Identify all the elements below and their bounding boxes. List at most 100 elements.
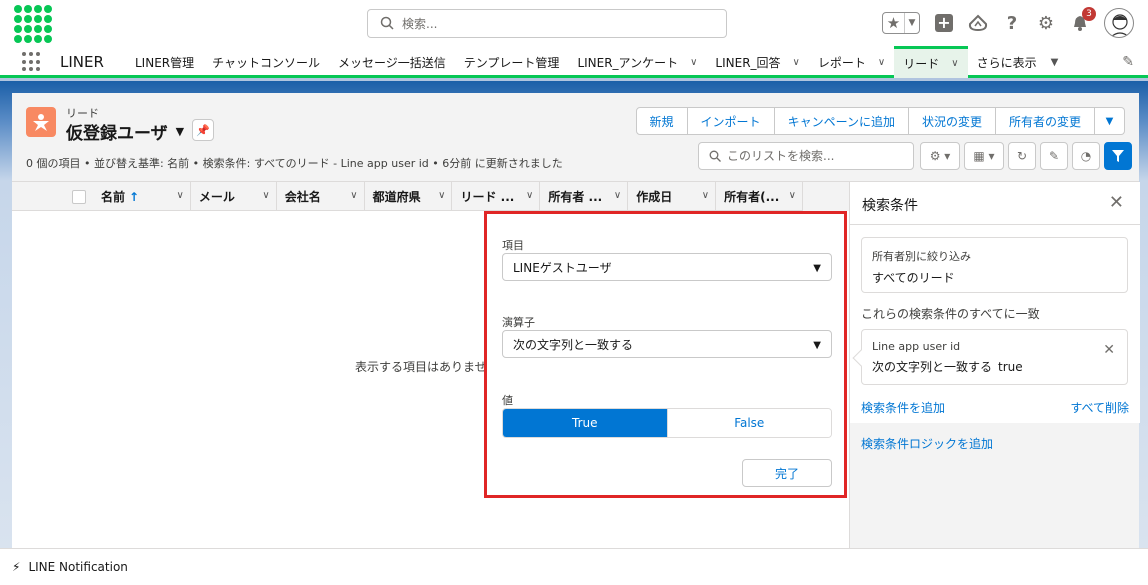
true-option-button[interactable]: True — [503, 409, 667, 437]
done-button[interactable]: 完了 — [742, 459, 832, 487]
false-option-button[interactable]: False — [666, 409, 831, 437]
new-button[interactable]: 新規 — [635, 107, 688, 135]
nav-item-template-admin[interactable]: テンプレート管理 — [455, 46, 569, 78]
nav-item-liner-admin[interactable]: LINER管理 — [126, 46, 203, 78]
filter-condition-card[interactable]: Line app user id 次の文字列と一致する true ✕ — [852, 329, 1128, 385]
chevron-down-icon[interactable]: ∨ — [951, 58, 958, 69]
app-logo-icon[interactable] — [14, 5, 52, 43]
column-header-label: メール — [198, 190, 235, 204]
chevron-down-icon[interactable]: ∨ — [526, 190, 533, 201]
chevron-down-icon[interactable]: ∨ — [878, 57, 885, 68]
value-label: 値 — [502, 394, 513, 407]
list-search-input[interactable] — [727, 147, 907, 165]
close-icon[interactable]: ✕ — [1109, 192, 1124, 213]
more-actions-dropdown-icon[interactable]: ▼ — [1095, 107, 1125, 135]
nav-item-reports[interactable]: レポート ∨ — [809, 46, 894, 78]
lightning-bolt-icon: ⚡ — [12, 560, 21, 574]
search-icon — [380, 16, 394, 30]
nav-item-label: LINER_アンケート — [577, 55, 679, 70]
column-header-created-date[interactable]: 作成日 ∨ — [628, 182, 717, 211]
column-header-company[interactable]: 会社名 ∨ — [277, 182, 365, 211]
chevron-down-icon[interactable]: ∨ — [793, 57, 800, 68]
change-owner-button[interactable]: 所有者の変更 — [995, 107, 1095, 135]
line-notification-utility[interactable]: ⚡ LINE Notification — [12, 560, 128, 574]
chevron-down-icon[interactable]: ∨ — [438, 190, 445, 201]
header-tools: ★ ▼ + ? ⚙ 3 — [882, 6, 1134, 40]
avatar[interactable] — [1104, 8, 1134, 38]
lead-object-icon — [26, 107, 56, 137]
plus-icon[interactable]: + — [934, 13, 954, 33]
chevron-down-icon[interactable]: ∨ — [177, 190, 184, 201]
column-header-email[interactable]: メール ∨ — [191, 182, 277, 211]
column-header-name[interactable]: 名前 ↑ ∨ — [93, 182, 191, 211]
change-status-button[interactable]: 状況の変更 — [908, 107, 996, 135]
remove-condition-close-icon[interactable]: ✕ — [1103, 342, 1115, 358]
import-button[interactable]: インポート — [687, 107, 775, 135]
favorites-group: ★ ▼ — [882, 12, 920, 34]
list-settings-gear-icon[interactable]: ⚙ ▾ — [920, 142, 960, 170]
condition-value: true — [998, 360, 1023, 374]
column-header-owner[interactable]: 所有者(... ∨ — [716, 182, 803, 211]
global-search[interactable] — [367, 9, 727, 38]
chart-icon[interactable]: ◔ — [1072, 142, 1100, 170]
nav-item-liner-answer[interactable]: LINER_回答 ∨ — [706, 46, 808, 78]
chevron-down-icon[interactable]: ∨ — [690, 57, 697, 68]
column-header-owner-alias[interactable]: 所有者 ... ∨ — [540, 182, 629, 211]
field-select[interactable]: LINEゲストユーザ ▼ — [502, 253, 832, 281]
utility-bar: ⚡ LINE Notification — [0, 548, 1148, 585]
global-header: ★ ▼ + ? ⚙ 3 — [0, 0, 1148, 46]
operator-select[interactable]: 次の文字列と一致する ▼ — [502, 330, 832, 358]
column-header-prefecture[interactable]: 都道府県 ∨ — [365, 182, 453, 211]
global-search-input[interactable] — [402, 14, 712, 34]
list-view-name: 仮登録ユーザ — [66, 124, 168, 144]
filter-panel-header: 検索条件 ✕ — [850, 182, 1140, 225]
bell-icon[interactable]: 3 — [1070, 7, 1096, 33]
chevron-down-icon[interactable]: ∨ — [350, 190, 357, 201]
nav-item-label: LINER_回答 — [715, 55, 781, 70]
list-view-title[interactable]: 仮登録ユーザ ▼ — [66, 119, 184, 144]
app-launcher-icon[interactable] — [22, 52, 42, 72]
display-as-table-icon[interactable]: ▦ ▾ — [964, 142, 1004, 170]
favorites-dropdown-icon[interactable]: ▼ — [905, 13, 919, 33]
add-filter-link[interactable]: 検索条件を追加 — [861, 399, 945, 416]
nav-item-bulk-message[interactable]: メッセージ一括送信 — [329, 46, 455, 78]
select-all-checkbox[interactable] — [72, 189, 86, 204]
nav-item-more[interactable]: さらに表示 ▼ — [968, 46, 1068, 78]
star-icon[interactable]: ★ — [883, 13, 905, 33]
nav-item-label: チャットコンソール — [212, 55, 321, 70]
column-header-label: 名前 — [100, 190, 125, 204]
add-filter-logic-link[interactable]: 検索条件ロジックを追加 — [861, 435, 993, 452]
select-all-checkbox-cell — [12, 182, 93, 211]
chevron-down-icon[interactable]: ∨ — [789, 190, 796, 201]
add-to-campaign-button[interactable]: キャンペーンに追加 — [774, 107, 909, 135]
value-toggle: True False — [502, 408, 832, 438]
gear-icon[interactable]: ⚙ — [1036, 13, 1056, 34]
list-view-header: リード 仮登録ユーザ ▼ 📌 0 個の項目 • 並び替え基準: 名前 • 検索条… — [12, 93, 1139, 182]
filter-icon[interactable] — [1104, 142, 1132, 170]
nav-item-label: LINER管理 — [135, 55, 195, 70]
caret-down-icon: ▼ — [813, 340, 821, 351]
refresh-icon[interactable]: ↻ — [1008, 142, 1036, 170]
operator-select-value: 次の文字列と一致する — [513, 337, 634, 352]
edit-nav-pencil-icon[interactable]: ✎ — [1122, 54, 1134, 70]
list-tool-buttons: ⚙ ▾ ▦ ▾ ↻ ✎ ◔ — [920, 142, 1132, 170]
chevron-down-icon[interactable]: ∨ — [262, 190, 269, 201]
help-icon[interactable]: ? — [1002, 13, 1022, 34]
operator-label: 演算子 — [502, 316, 535, 329]
chevron-down-icon[interactable]: ∨ — [702, 190, 709, 201]
pin-icon[interactable]: 📌 — [192, 119, 214, 141]
nav-item-liner-survey[interactable]: LINER_アンケート ∨ — [568, 46, 706, 78]
remove-all-link[interactable]: すべて削除 — [1070, 399, 1129, 416]
column-header-label: 所有者(... — [724, 190, 780, 204]
owner-filter-card[interactable]: 所有者別に絞り込み すべてのリード — [861, 237, 1128, 293]
caret-down-icon[interactable]: ▼ — [176, 125, 184, 138]
chevron-down-icon[interactable]: ∨ — [614, 190, 621, 201]
column-header-lead-status[interactable]: リード ... ∨ — [452, 182, 541, 211]
column-header-label: 会社名 — [284, 190, 321, 204]
trailhead-icon[interactable] — [968, 13, 988, 33]
nav-item-chat-console[interactable]: チャットコンソール — [203, 46, 329, 78]
edit-pencil-icon[interactable]: ✎ — [1040, 142, 1068, 170]
nav-item-leads[interactable]: リード ∨ — [894, 46, 968, 78]
condition-operator: 次の文字列と一致する — [872, 360, 993, 374]
list-search[interactable] — [698, 142, 914, 170]
